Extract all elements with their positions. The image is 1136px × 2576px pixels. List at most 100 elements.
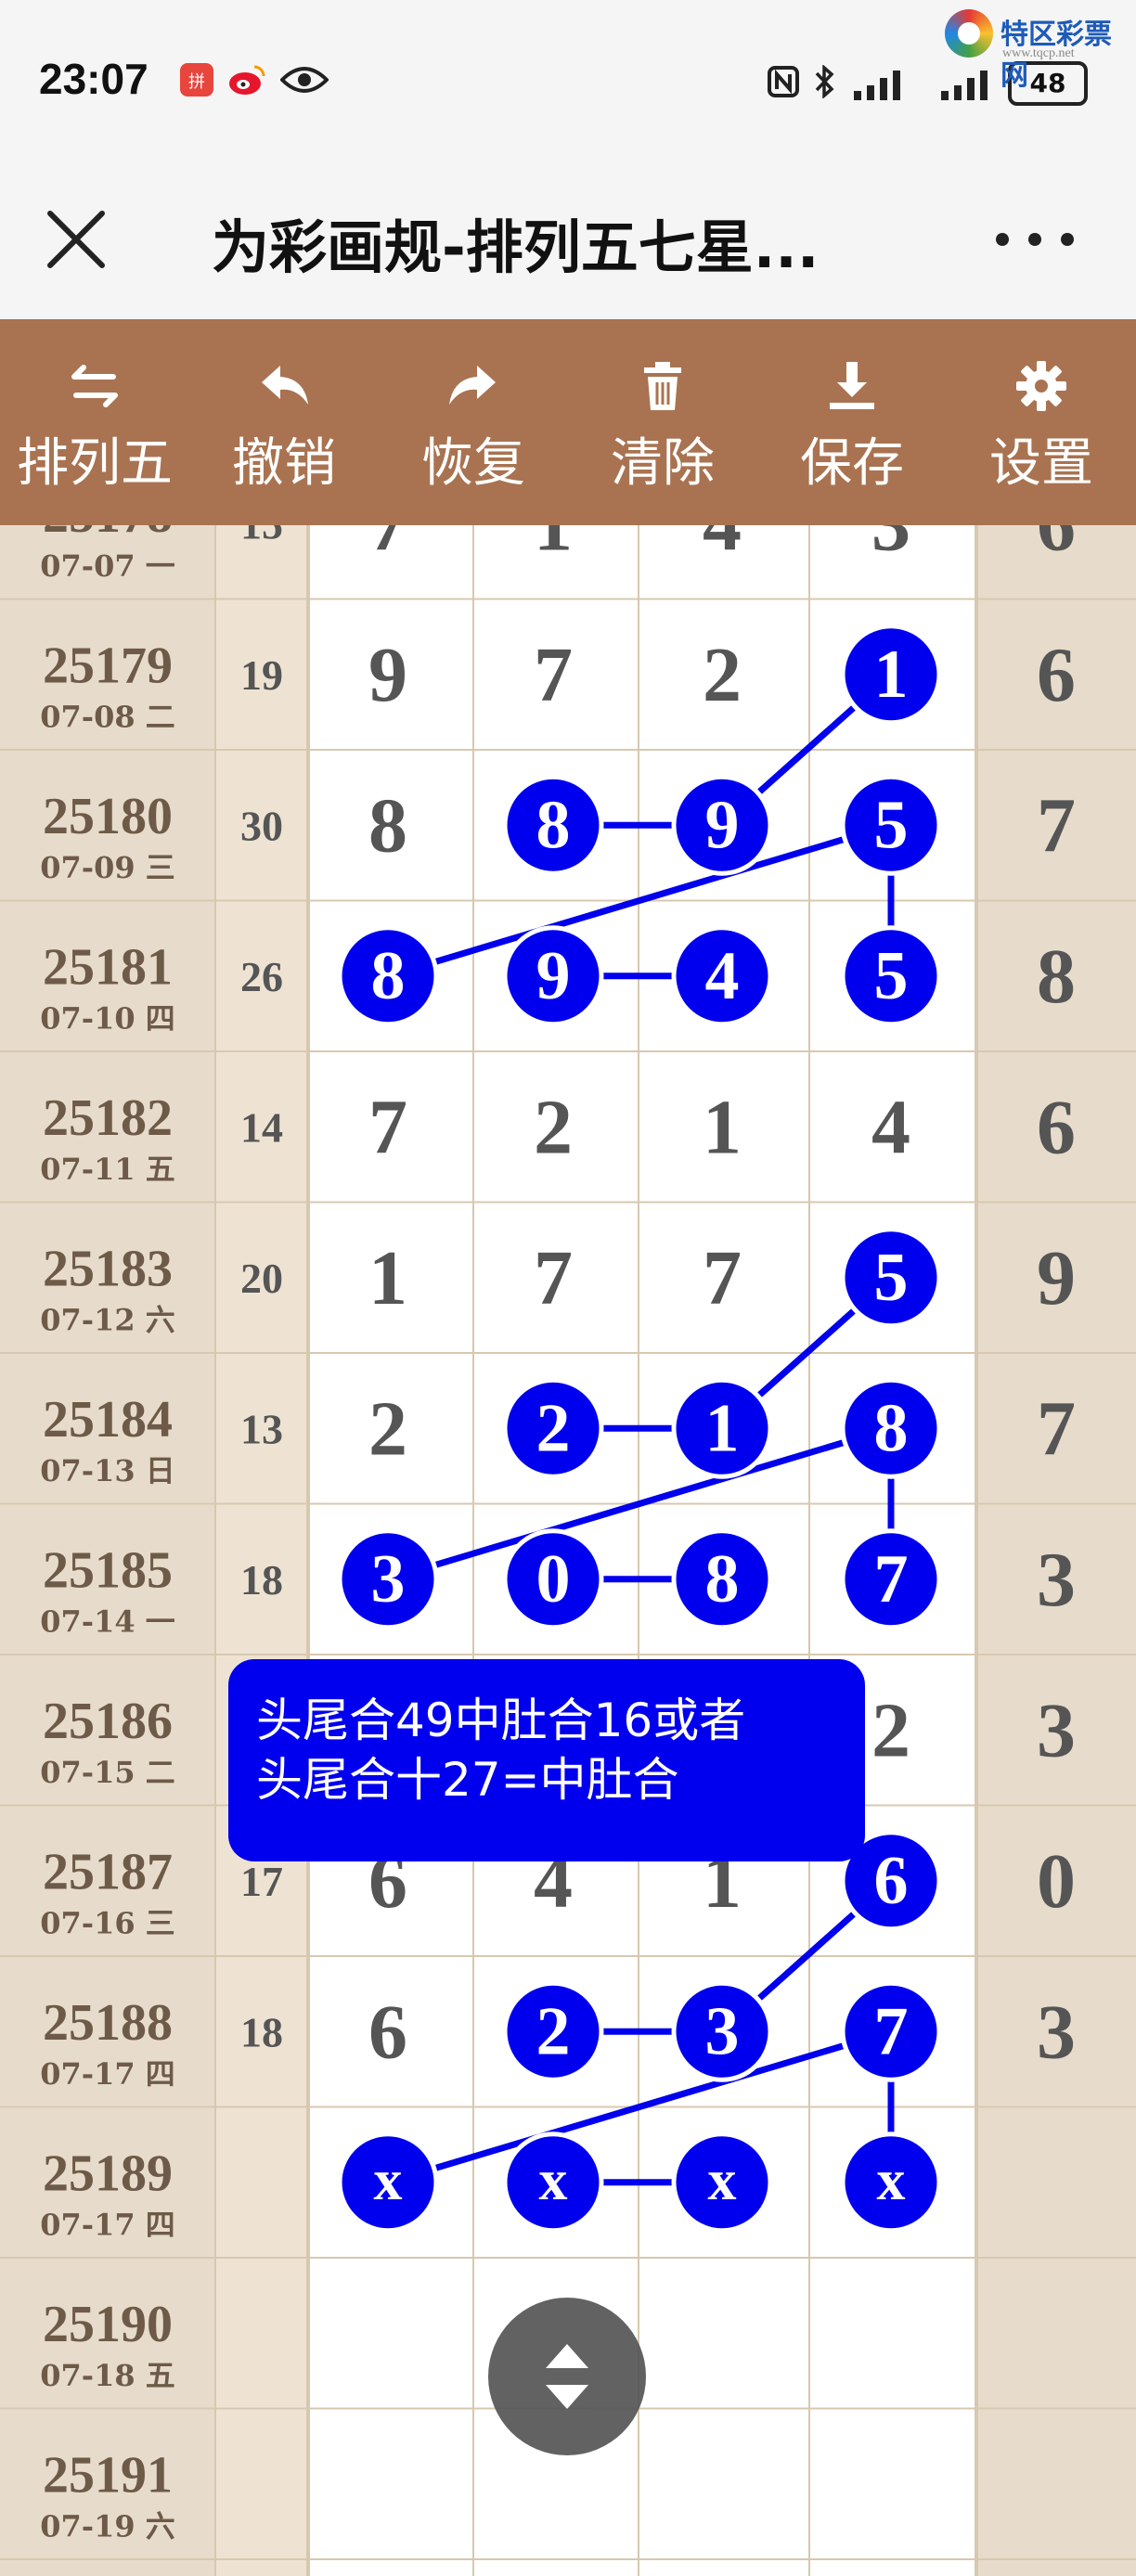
hint-line-1: 头尾合49中肚合16或者 (256, 1694, 746, 1747)
issue-date: 07-17 四 (40, 2056, 175, 2092)
page-title: 为彩画规-排列五七星... (212, 213, 820, 281)
toolbar-settings-label: 设置 (989, 433, 1093, 494)
highlight-digit: 9 (705, 787, 740, 863)
last-digit-value: 6 (1037, 1084, 1076, 1170)
issue-date: 07-18 五 (40, 2358, 175, 2393)
digit-value[interactable]: 7 (534, 1235, 573, 1321)
digit-value[interactable]: 9 (368, 632, 407, 718)
toolbar-switch-game-label: 排列五 (17, 433, 173, 494)
digit-value[interactable]: 2 (871, 1687, 910, 1773)
trend-chart-svg[interactable]: 2517807-07 一15714362517907-08 二199721625… (0, 525, 1136, 2576)
issue-number: 25181 (43, 939, 173, 997)
trash-icon (644, 362, 681, 410)
highlight-digit: 1 (705, 1390, 740, 1466)
issue-date: 07-12 六 (40, 1303, 175, 1338)
last-digit-value: 6 (1037, 525, 1076, 567)
watermark-logo-icon (945, 9, 993, 58)
sum-value: 13 (240, 1405, 283, 1452)
toolbar-save-button[interactable]: 保存 (757, 319, 947, 525)
digit-value[interactable]: 7 (534, 632, 573, 718)
digit-value[interactable]: 6 (368, 1989, 407, 2075)
more-options-icon[interactable] (984, 221, 1086, 258)
highlight-digit: 7 (874, 1541, 909, 1617)
issue-number: 25190 (43, 2296, 173, 2353)
highlight-digit: 8 (874, 1390, 909, 1466)
status-bar: 23:07 拼 48 特区彩票网 www.tqcp.net (0, 0, 1136, 167)
sum-value: 18 (240, 1556, 283, 1604)
toolbar-redo-button[interactable]: 恢复 (379, 319, 568, 525)
issue-date: 07-13 日 (40, 1453, 175, 1488)
digit-value[interactable]: 1 (534, 525, 573, 567)
highlight-digit: 8 (705, 1541, 740, 1617)
digit-value[interactable]: 7 (368, 1084, 407, 1170)
issue-date: 07-09 三 (40, 850, 175, 885)
digit-value[interactable]: 7 (368, 525, 407, 567)
hint-tooltip: 头尾合49中肚合16或者 头尾合十27=中肚合 (228, 1659, 865, 1861)
highlight-digit: 8 (371, 938, 406, 1014)
toolbar-clear-label: 清除 (611, 433, 715, 494)
digit-value[interactable]: 1 (368, 1235, 407, 1321)
title-bar: 为彩画规-排列五七星... (0, 167, 1136, 319)
digit-value[interactable]: 2 (703, 632, 742, 718)
issue-number: 25180 (43, 788, 173, 845)
scroll-toggle-button[interactable] (488, 2298, 646, 2455)
close-icon[interactable] (37, 200, 115, 278)
digit-value[interactable]: 7 (703, 1235, 742, 1321)
issue-number: 25183 (43, 1241, 173, 1298)
signal-icon-1 (854, 71, 900, 100)
digit-value[interactable]: 8 (368, 782, 407, 869)
toolbar-settings-button[interactable]: 设置 (947, 319, 1136, 525)
sum-value: 20 (240, 1255, 283, 1302)
table-row[interactable]: 25191 07-19 六 (40, 2447, 175, 2544)
issue-number: 25178 (43, 525, 173, 544)
issue-date: 07-08 二 (40, 700, 175, 735)
toolbar-switch-game-button[interactable]: 排列五 (0, 319, 189, 525)
highlight-digit: 8 (536, 787, 571, 863)
highlight-digit: 3 (705, 1993, 740, 2069)
issue-number: 25184 (43, 1391, 173, 1449)
swap-icon (71, 365, 118, 407)
highlight-digit: x (708, 2149, 737, 2212)
digit-value[interactable]: 3 (871, 525, 910, 567)
digit-value[interactable]: 4 (871, 1084, 910, 1170)
last-digit-value: 7 (1037, 1385, 1076, 1472)
highlight-digit: 9 (536, 938, 571, 1014)
table-row[interactable]: 25190 07-18 五 (40, 2296, 175, 2393)
issue-number: 25187 (43, 1844, 173, 1901)
scroll-arrows-icon (546, 2344, 588, 2409)
nfc-icon (768, 66, 799, 97)
highlight-digit: 3 (371, 1541, 406, 1617)
digit-value[interactable]: 1 (703, 1084, 742, 1170)
digit-value[interactable]: 2 (368, 1385, 407, 1472)
sum-value: 14 (240, 1103, 283, 1151)
issue-date: 07-15 二 (40, 1755, 175, 1790)
toolbar-undo-button[interactable]: 撤销 (189, 319, 379, 525)
highlight-digit: x (539, 2149, 568, 2212)
status-time: 23:07 (39, 55, 148, 103)
signal-icon-2 (941, 71, 988, 100)
issue-date: 07-16 三 (40, 1906, 175, 1941)
last-digit-value: 3 (1037, 1989, 1076, 2075)
sum-value: 17 (240, 1858, 283, 1905)
download-icon (830, 362, 874, 409)
toolbar-clear-button[interactable]: 清除 (568, 319, 757, 525)
issue-number: 25189 (43, 2145, 173, 2203)
issue-number: 25191 (43, 2447, 173, 2505)
highlight-digit: 1 (874, 637, 909, 713)
trend-chart-grid[interactable]: 2517807-07 一15714362517907-08 二199721625… (0, 525, 1136, 2576)
issue-number: 25185 (43, 1542, 173, 1600)
toolbar-undo-label: 撤销 (232, 433, 336, 494)
issue-date: 07-07 一 (40, 548, 175, 584)
issue-number: 25182 (43, 1089, 173, 1147)
redo-icon (449, 366, 496, 405)
last-digit-value: 6 (1037, 632, 1076, 718)
highlight-digit: 0 (536, 1541, 571, 1617)
digit-value[interactable]: 2 (534, 1084, 573, 1170)
highlight-digit: x (374, 2149, 403, 2212)
bluetooth-icon (815, 65, 834, 98)
issue-number: 25179 (43, 638, 173, 695)
issue-date: 07-14 一 (40, 1604, 175, 1640)
issue-number: 25188 (43, 1994, 173, 2052)
last-digit-value: 7 (1037, 782, 1076, 869)
digit-value[interactable]: 4 (703, 525, 742, 567)
